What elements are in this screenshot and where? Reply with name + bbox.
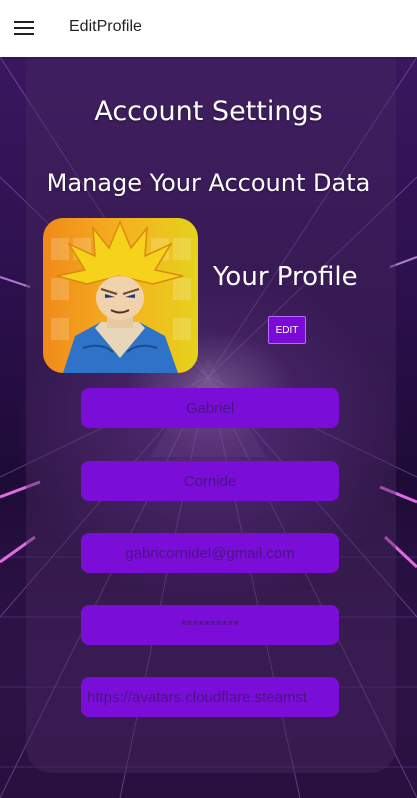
first-name-field[interactable]: Gabriel [81, 388, 339, 428]
page-title: Account Settings [94, 96, 323, 127]
your-profile-label: Your Profile [213, 262, 358, 292]
edit-profile-button[interactable]: EDIT [268, 316, 306, 344]
password-field[interactable]: ********** [81, 605, 339, 645]
app-bar-title: EditProfile [69, 18, 142, 35]
email-field[interactable]: gabricornidel@gmail.com [81, 533, 339, 573]
app-bar: EditProfile [0, 0, 417, 57]
page-subtitle: Manage Your Account Data [46, 169, 371, 197]
avatar-url-field[interactable]: https://avatars.cloudflare.steamst [81, 677, 339, 717]
last-name-field[interactable]: Cornide [81, 461, 339, 501]
hamburger-menu-icon[interactable] [10, 14, 38, 42]
profile-avatar-image [43, 218, 198, 373]
